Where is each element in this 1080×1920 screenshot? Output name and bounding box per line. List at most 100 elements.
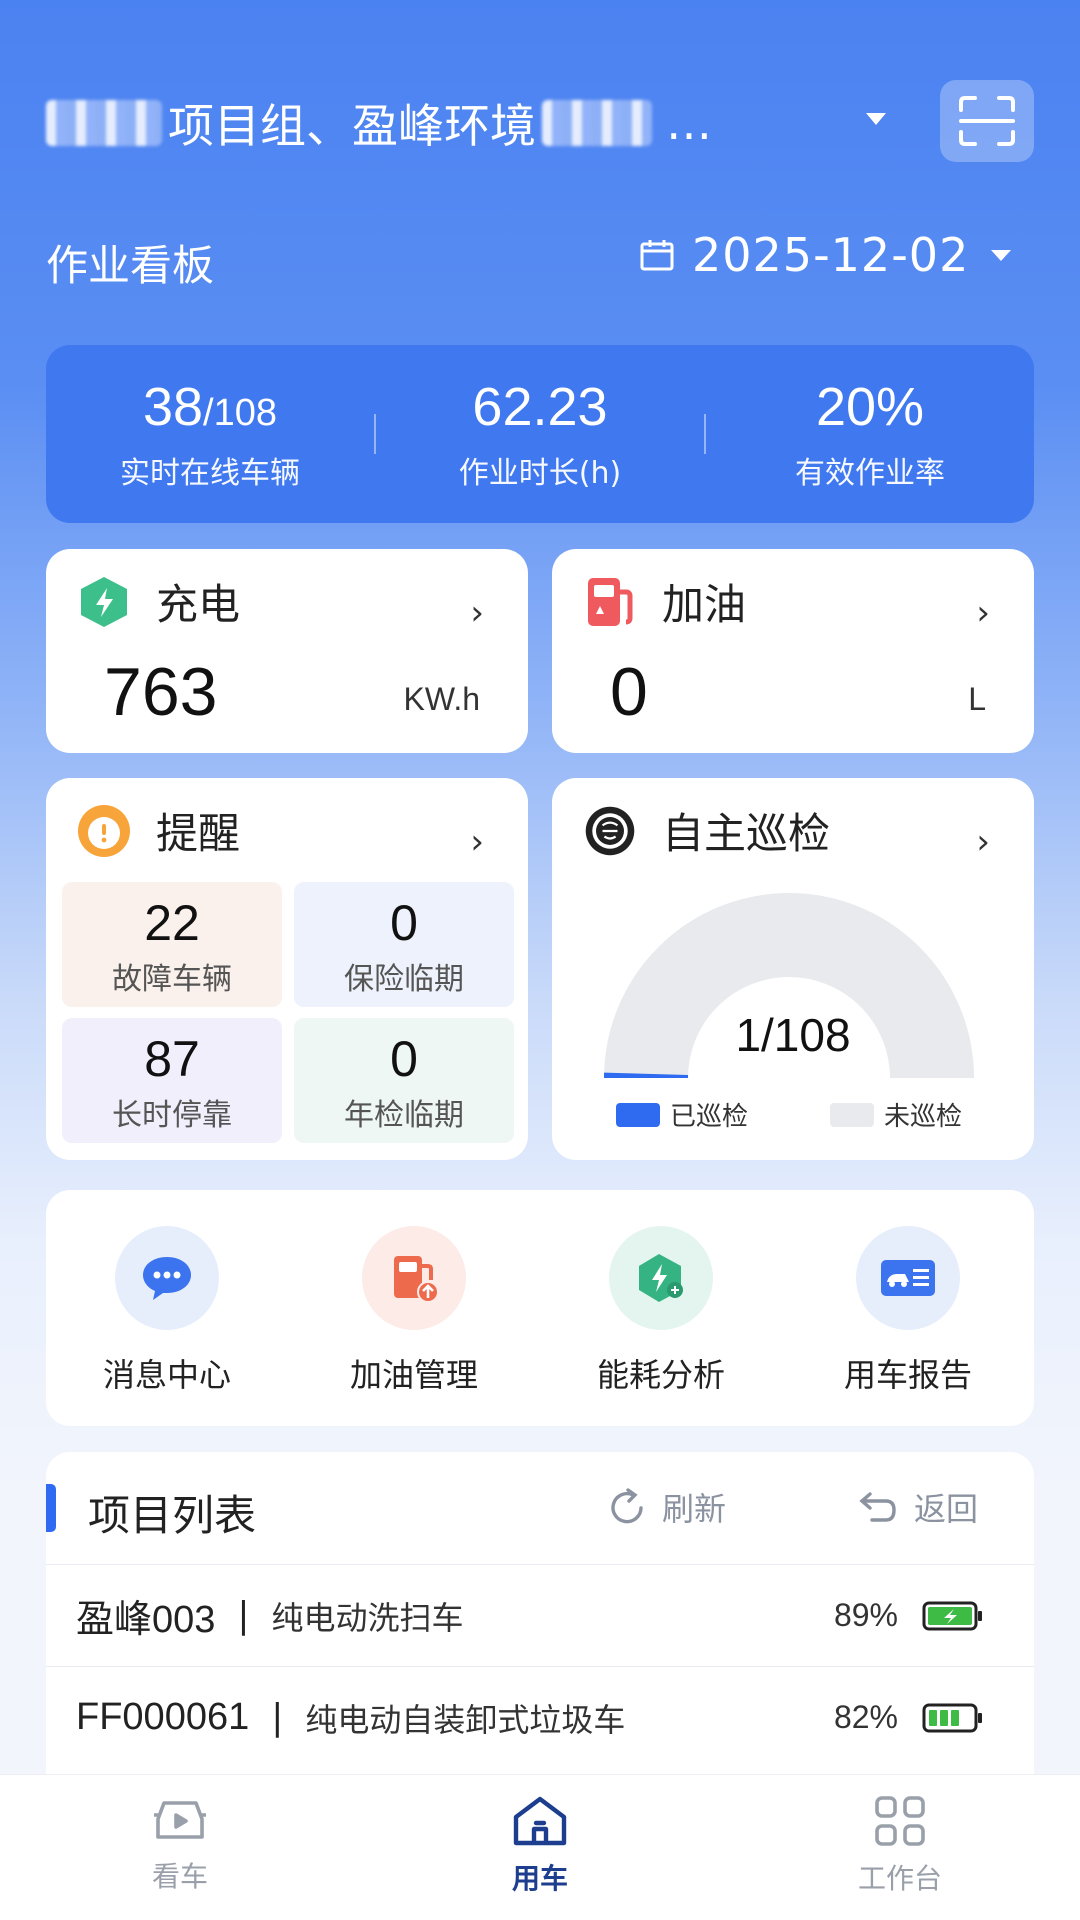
calendar-icon [640, 240, 674, 271]
stat-label: 有效作业率 [795, 456, 945, 491]
back-button[interactable]: 返回 [858, 1484, 978, 1530]
back-label: 返回 [914, 1490, 979, 1528]
stat-work-hours[interactable]: 62.23 作业时长(h) [376, 376, 704, 492]
nav-tab-workbench[interactable]: 工作台 [800, 1793, 1000, 1897]
vehicle-type: 纯电动洗扫车 [271, 1598, 464, 1637]
alerts-title: 提醒 [156, 809, 241, 858]
energy-analysis-button[interactable]: 能耗分析 [566, 1226, 756, 1396]
alert-label: 故障车辆 [112, 962, 232, 997]
battery-percent: 82% [833, 1699, 898, 1735]
battery-level-icon [922, 1703, 982, 1732]
date-picker[interactable]: 2025-12-02 [640, 228, 1012, 282]
fuel-title: 加油 [662, 580, 747, 629]
alert-label: 长时停靠 [112, 1098, 232, 1133]
alert-label: 年检临期 [344, 1098, 464, 1133]
nav-label: 看车 [151, 1860, 208, 1893]
project-selector[interactable]: 项目组、盈峰环境 … [46, 88, 866, 158]
project-list-title: 项目列表 [88, 1491, 257, 1540]
alert-insurance-expiring[interactable]: 0 保险临期 [294, 882, 514, 1007]
message-bubble-icon [115, 1226, 219, 1330]
alert-long-parking[interactable]: 87 长时停靠 [62, 1018, 282, 1143]
vehicle-report-icon [856, 1226, 960, 1330]
charge-title: 充电 [156, 580, 241, 629]
alert-label: 保险临期 [344, 962, 464, 997]
patrol-icon [582, 803, 638, 859]
stat-label: 作业时长(h) [458, 456, 622, 491]
alerts-card[interactable]: 提醒 › 22 故障车辆 0 保险临期 87 长时停靠 0 年检临期 [46, 778, 528, 1160]
legend-done: 已巡检 [616, 1096, 748, 1133]
chevron-right-icon: › [470, 593, 484, 633]
patrol-ratio: 1/108 [735, 1009, 851, 1061]
charging-shield-icon [76, 574, 132, 630]
fuel-card[interactable]: 加油 › 0 L [552, 549, 1034, 753]
refresh-button[interactable]: 刷新 [606, 1484, 726, 1530]
nav-tab-view-car[interactable]: 看车 [80, 1793, 280, 1895]
fuel-pump-icon [582, 574, 638, 630]
project-row[interactable]: 盈峰003 | 纯电动洗扫车 89% [46, 1564, 1034, 1666]
fuel-value: 0 [610, 654, 648, 730]
nav-label: 用车 [511, 1862, 568, 1895]
car-view-icon [154, 1801, 206, 1839]
energy-analysis-icon [609, 1226, 713, 1330]
project-row[interactable]: FF000061 | 纯电动自装卸式垃圾车 82% [46, 1666, 1034, 1768]
stat-online-vehicles[interactable]: 38/108 实时在线车辆 [46, 376, 374, 492]
chevron-right-icon: › [976, 593, 990, 633]
scan-button[interactable] [940, 80, 1034, 162]
patrol-title: 自主巡检 [662, 809, 831, 858]
home-car-icon [513, 1796, 567, 1846]
project-dropdown-icon[interactable] [866, 113, 886, 125]
date-value: 2025-12-02 [692, 228, 970, 282]
project-title: 项目组、盈峰环境 [168, 99, 536, 153]
project-list: 项目列表 刷新 返回 盈峰003 | 纯电动洗扫车 89% FF000061 |… [46, 1452, 1034, 1792]
project-list-header: 项目列表 刷新 返回 [46, 1452, 1034, 1564]
redacted-text [46, 100, 162, 146]
legend-swatch [830, 1102, 874, 1127]
vehicle-code: FF000061 [76, 1696, 250, 1738]
quick-actions: 消息中心 加油管理 能耗分析 用车报告 [46, 1190, 1034, 1426]
action-label: 加油管理 [349, 1356, 478, 1394]
vehicle-code: 盈峰003 [76, 1599, 216, 1641]
legend-swatch [616, 1102, 660, 1127]
bottom-nav: 看车 用车 工作台 [0, 1774, 1080, 1920]
nav-tab-use-car[interactable]: 用车 [440, 1793, 640, 1897]
stat-efficiency[interactable]: 20% 有效作业率 [706, 376, 1034, 492]
battery-percent: 89% [833, 1597, 898, 1633]
vehicle-type: 纯电动自装卸式垃圾车 [305, 1700, 626, 1739]
section-accent-bar [46, 1484, 56, 1532]
stat-value: 62.23 [472, 377, 608, 437]
charge-card[interactable]: 充电 › 763 KW.h [46, 549, 528, 753]
redacted-text [542, 100, 652, 146]
title-ellipsis: … [666, 96, 712, 150]
action-label: 能耗分析 [596, 1356, 725, 1394]
board-title: 作业看板 [46, 241, 215, 290]
legend-label: 未巡检 [884, 1102, 963, 1132]
vehicle-report-button[interactable]: 用车报告 [813, 1226, 1003, 1396]
refresh-icon [611, 1488, 643, 1524]
chevron-right-icon: › [470, 822, 484, 862]
alert-value: 0 [390, 895, 418, 951]
fuel-management-button[interactable]: 加油管理 [319, 1226, 509, 1396]
stat-label: 实时在线车辆 [120, 456, 300, 491]
alert-value: 22 [144, 895, 200, 951]
alert-value: 87 [144, 1031, 200, 1087]
warning-icon [76, 803, 132, 859]
back-icon [859, 1492, 896, 1522]
action-label: 用车报告 [843, 1356, 972, 1394]
patrol-card[interactable]: 自主巡检 › 1/108 已巡检 未巡检 [552, 778, 1034, 1160]
message-center-button[interactable]: 消息中心 [72, 1226, 262, 1396]
chevron-right-icon: › [976, 822, 990, 862]
stat-value: 20% [815, 377, 925, 437]
battery-charging-icon [922, 1601, 982, 1630]
date-dropdown-icon [991, 249, 1012, 261]
fuel-unit: L [968, 681, 986, 717]
action-label: 消息中心 [102, 1356, 231, 1394]
fuel-manage-icon [362, 1226, 466, 1330]
charge-value: 763 [104, 654, 218, 730]
nav-label: 工作台 [857, 1862, 942, 1895]
alert-fault-vehicles[interactable]: 22 故障车辆 [62, 882, 282, 1007]
alert-inspection-expiring[interactable]: 0 年检临期 [294, 1018, 514, 1143]
stat-value: 38 [142, 377, 204, 437]
alert-value: 0 [390, 1031, 418, 1087]
stats-band: 38/108 实时在线车辆 62.23 作业时长(h) 20% 有效作业率 [46, 345, 1034, 523]
stat-total: /108 [203, 392, 278, 434]
